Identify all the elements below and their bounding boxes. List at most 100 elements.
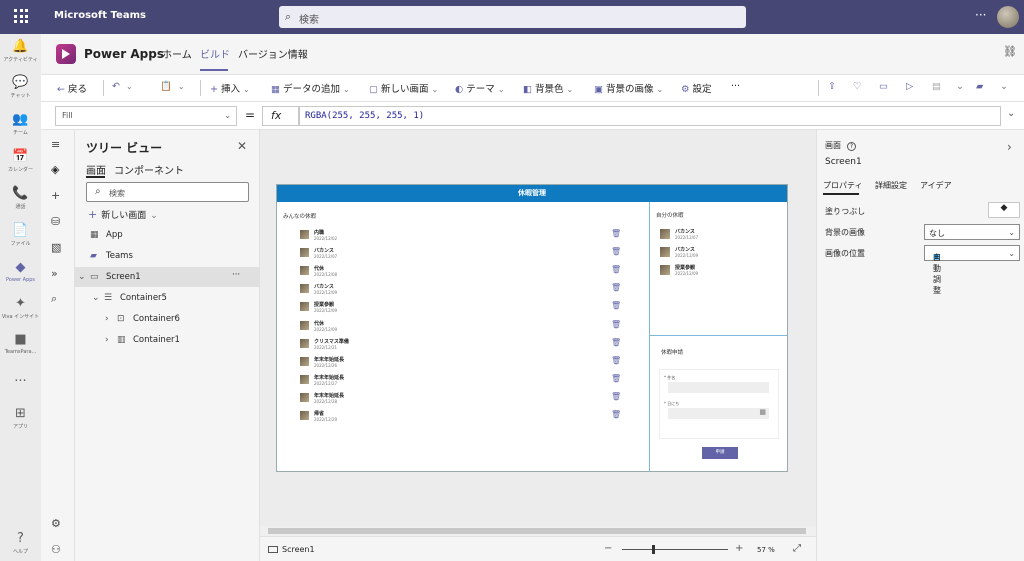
theme-button[interactable]: ◐ テーマ ⌄ — [455, 81, 505, 95]
tree-view-icon[interactable]: ◈ — [51, 163, 59, 176]
tab-ideas[interactable]: アイデア — [920, 180, 952, 191]
image-position-dropdown[interactable]: ▣ 自動調整 ⌄ — [924, 245, 1020, 295]
fx-button[interactable]: fx — [262, 106, 299, 126]
settings-button[interactable]: ⚙ 設定 — [681, 81, 712, 95]
trash-icon[interactable]: 🗑 — [611, 265, 621, 274]
chevron-down-icon[interactable]: ⌄ — [1000, 81, 1008, 92]
undo-button[interactable]: ↶ ⌄ — [112, 81, 133, 92]
search-icon[interactable]: ⌕ — [51, 292, 57, 306]
tree-node-container6[interactable]: › ⊡ Container6 — [105, 314, 180, 324]
tree-node-screen1[interactable]: ⌄ ▭ Screen1 — [78, 272, 141, 282]
hamburger-icon[interactable]: ≡ — [51, 138, 60, 151]
rail-teams[interactable]: 👥 チーム — [0, 113, 41, 137]
avatar[interactable] — [997, 6, 1019, 28]
data-icon[interactable]: ⛁ — [51, 215, 60, 228]
app-launcher-icon[interactable] — [14, 9, 28, 23]
insert-button[interactable]: + 挿入 ⌄ — [210, 81, 250, 95]
insert-plus-icon[interactable]: + — [51, 189, 60, 202]
zoom-in-button[interactable]: + — [735, 543, 743, 554]
list-item[interactable]: クリスマス準備 2022/12/21 🗑 — [300, 338, 630, 355]
add-data-button[interactable]: ▦ データの追加 ⌄ — [271, 81, 350, 95]
tab-components[interactable]: コンポーネント — [114, 162, 184, 177]
list-item[interactable]: 帰省 2022/12/29 🗑 — [300, 410, 630, 427]
list-item[interactable]: バカンス 2022/12/09 🗑 — [300, 283, 630, 300]
trash-icon[interactable]: 🗑 — [611, 392, 621, 401]
calendar-icon[interactable]: ▦ — [759, 408, 766, 416]
close-icon[interactable]: ✕ — [237, 139, 247, 153]
bg-image-button[interactable]: ▣ 背景の画像 ⌄ — [594, 81, 663, 95]
list-item[interactable]: バカンス 2022/12/09 — [660, 246, 780, 263]
list-item[interactable]: バカンス 2022/12/07 🗑 — [300, 247, 630, 264]
tab-build[interactable]: ビルド — [200, 46, 230, 61]
paste-button[interactable]: 📋 ⌄ — [160, 81, 185, 92]
trash-icon[interactable]: 🗑 — [611, 338, 621, 347]
app-checker-icon[interactable]: ♡ — [853, 81, 862, 92]
teams-publish-icon[interactable]: ▰ — [976, 81, 983, 92]
fill-color-button[interactable]: ◆ — [988, 202, 1020, 218]
zoom-slider-thumb[interactable] — [652, 545, 655, 554]
back-button[interactable]: ← 戻る — [57, 81, 87, 95]
tab-advanced[interactable]: 詳細設定 — [875, 180, 907, 191]
trash-icon[interactable]: 🗑 — [611, 247, 621, 256]
node-more-button[interactable]: ··· — [232, 270, 240, 280]
list-item[interactable]: 年末年始延長 2022/12/28 🗑 — [300, 392, 630, 409]
tree-node-container5[interactable]: ⌄ ☰ Container5 — [92, 293, 167, 303]
rail-apps[interactable]: ⊞ アプリ — [0, 407, 41, 431]
trash-icon[interactable]: 🗑 — [611, 320, 621, 329]
trash-icon[interactable]: 🗑 — [611, 374, 621, 383]
toolbar-more-button[interactable]: ··· — [731, 81, 740, 92]
trash-icon[interactable]: 🗑 — [611, 283, 621, 292]
new-screen-button[interactable]: ▢ 新しい画面 ⌄ — [369, 81, 438, 95]
chevron-right-icon[interactable]: › — [1007, 140, 1012, 154]
chevron-down-icon[interactable]: ⌄ — [956, 81, 964, 92]
scrollbar-thumb[interactable] — [268, 528, 806, 534]
fit-to-window-icon[interactable]: ⤢ — [793, 543, 801, 554]
rail-chat[interactable]: 💬 チャット — [0, 76, 41, 100]
list-item[interactable]: バカンス 2022/12/07 — [660, 228, 780, 245]
help-icon[interactable]: ? — [847, 142, 856, 151]
trash-icon[interactable]: 🗑 — [611, 356, 621, 365]
new-screen-link[interactable]: + 新しい画面 ⌄ — [88, 208, 158, 221]
rail-calls[interactable]: 📞 通話 — [0, 187, 41, 211]
tab-version[interactable]: バージョン情報 — [238, 46, 308, 61]
rail-powerapps[interactable]: ◆ Power Apps — [0, 261, 41, 284]
trash-icon[interactable]: 🗑 — [611, 301, 621, 310]
tab-screens[interactable]: 画面 — [86, 162, 106, 177]
share-icon[interactable]: ⇪ — [828, 81, 836, 92]
tree-node-teams[interactable]: ▰ Teams — [90, 251, 133, 261]
more-options-icon[interactable]: ··· — [975, 8, 986, 22]
list-item[interactable]: 年末年始延長 2022/12/27 🗑 — [300, 374, 630, 391]
list-item[interactable]: 代休 2022/12/08 🗑 — [300, 265, 630, 282]
media-icon[interactable]: ▧ — [51, 241, 61, 254]
trash-icon[interactable]: 🗑 — [611, 229, 621, 238]
rail-teamspara[interactable]: ■ TeamsPara... — [0, 333, 41, 356]
tree-node-container1[interactable]: › ▥ Container1 — [105, 335, 180, 345]
tree-search-input[interactable]: ⌕ 検索 — [86, 182, 249, 202]
date-input[interactable]: ▦ — [668, 408, 769, 419]
gear-icon[interactable]: ⚙ — [51, 517, 61, 530]
power-automate-icon[interactable]: » — [51, 267, 58, 280]
bg-color-button[interactable]: ◧ 背景色 ⌄ — [523, 81, 573, 95]
rail-viva[interactable]: ✦ Viva インサイト — [0, 297, 41, 321]
trash-icon[interactable]: 🗑 — [611, 410, 621, 419]
search-box[interactable]: ⌕ 検索 — [279, 6, 746, 28]
tab-home[interactable]: ホーム — [162, 46, 192, 61]
screen-selector[interactable]: Screen1 — [268, 545, 315, 554]
subject-input[interactable] — [668, 382, 769, 393]
bg-image-dropdown[interactable]: なし ⌄ — [924, 224, 1020, 240]
tree-node-app[interactable]: ▦ App — [90, 230, 123, 240]
expand-formula-icon[interactable]: ⌄ — [1007, 108, 1015, 119]
tab-properties[interactable]: プロパティ — [823, 180, 863, 191]
property-dropdown[interactable]: Fill ⌄ — [55, 106, 237, 126]
zoom-out-button[interactable]: − — [604, 543, 612, 554]
zoom-slider[interactable] — [622, 549, 728, 550]
link-icon[interactable]: ⛓ — [1003, 45, 1017, 58]
account-icon[interactable]: ⚇ — [51, 543, 61, 556]
save-icon[interactable]: ▤ — [932, 81, 941, 92]
preview-play-icon[interactable]: ▷ — [906, 81, 913, 92]
list-item[interactable]: 授業参観 2022/12/09 — [660, 264, 780, 281]
comments-icon[interactable]: ▭ — [879, 81, 888, 92]
rail-more[interactable]: ··· — [0, 375, 41, 391]
rail-help[interactable]: ? ヘルプ — [0, 532, 41, 556]
list-item[interactable]: 内職 2022/12/02 🗑 — [300, 229, 630, 246]
